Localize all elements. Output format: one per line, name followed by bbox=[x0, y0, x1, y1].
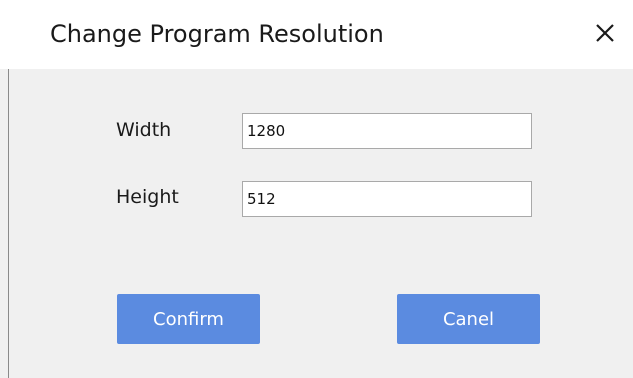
confirm-button[interactable]: Confirm bbox=[117, 294, 260, 344]
height-label: Height bbox=[116, 186, 179, 208]
height-input[interactable] bbox=[242, 181, 532, 217]
dialog-title: Change Program Resolution bbox=[50, 20, 384, 48]
change-resolution-dialog: Change Program Resolution Width Height C… bbox=[0, 0, 633, 378]
close-icon[interactable] bbox=[590, 18, 620, 48]
dialog-titlebar: Change Program Resolution bbox=[0, 0, 633, 69]
dialog-left-border bbox=[8, 69, 9, 378]
cancel-button[interactable]: Canel bbox=[397, 294, 540, 344]
width-label: Width bbox=[116, 119, 172, 141]
width-input[interactable] bbox=[242, 113, 532, 149]
